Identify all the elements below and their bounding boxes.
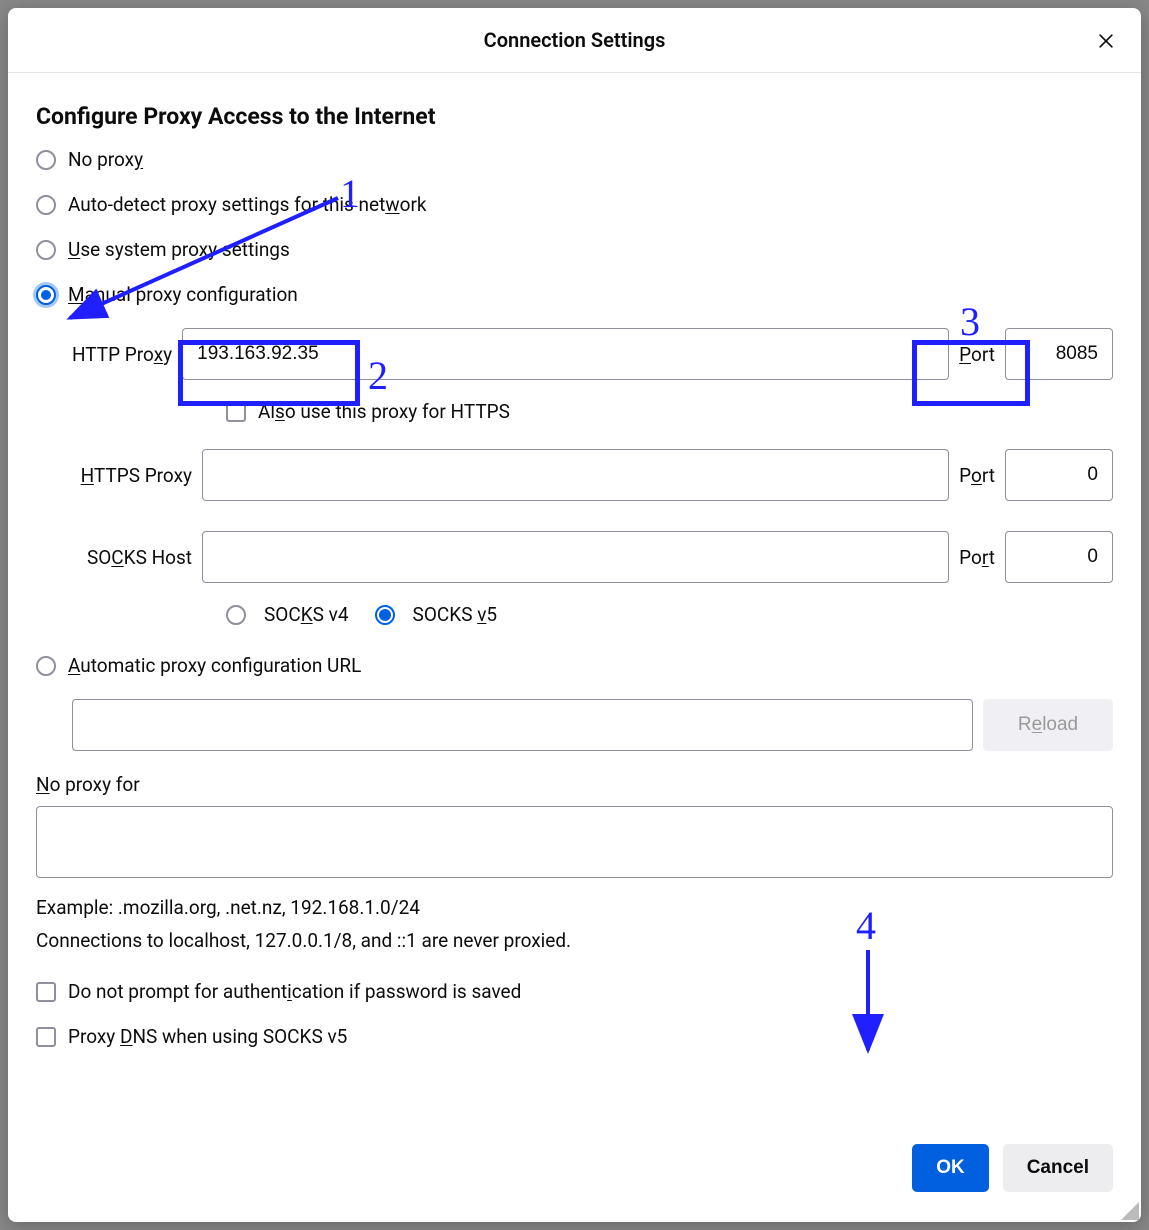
http-port-input[interactable]	[1005, 328, 1113, 380]
checkbox-icon	[36, 982, 56, 1002]
https-port-label: Port	[959, 464, 995, 487]
http-proxy-row: HTTP Proxy Port	[72, 328, 1113, 380]
no-proxy-for-label: No proxy for	[36, 773, 1113, 796]
https-proxy-row: HTTPS Proxy Port	[72, 449, 1113, 501]
radio-system[interactable]: Use system proxy settings	[36, 238, 1113, 261]
radio-label: No proxy	[68, 148, 143, 171]
checkbox-icon	[226, 402, 246, 422]
close-icon	[1096, 31, 1116, 51]
no-prompt-row[interactable]: Do not prompt for authentication if pass…	[36, 980, 1113, 1003]
checkbox-icon	[36, 1027, 56, 1047]
http-proxy-label: HTTP Proxy	[72, 343, 172, 366]
reload-button[interactable]: Reload	[983, 699, 1113, 751]
also-https-row[interactable]: Also use this proxy for HTTPS	[72, 400, 1113, 423]
radio-icon	[36, 240, 56, 260]
radio-label: Use system proxy settings	[68, 238, 290, 261]
close-button[interactable]	[1091, 26, 1121, 56]
http-proxy-input[interactable]	[182, 328, 949, 380]
no-proxy-for-input[interactable]	[36, 806, 1113, 878]
section-heading: Configure Proxy Access to the Internet	[36, 103, 1113, 130]
connection-settings-dialog: Connection Settings Configure Proxy Acce…	[8, 8, 1141, 1222]
http-port-label: Port	[959, 343, 995, 366]
radio-no-proxy[interactable]: No proxy	[36, 148, 1113, 171]
radio-auto-url[interactable]: Automatic proxy configuration URL	[36, 654, 1113, 677]
radio-label: Automatic proxy configuration URL	[68, 654, 361, 677]
radio-icon	[36, 285, 56, 305]
socks-port-input[interactable]	[1005, 531, 1113, 583]
radio-icon	[36, 656, 56, 676]
radio-icon	[36, 195, 56, 215]
socks-v4-label: SOCKS v4	[264, 603, 349, 626]
https-port-input[interactable]	[1005, 449, 1113, 501]
radio-label: Manual proxy configuration	[68, 283, 298, 306]
https-proxy-label: HTTPS Proxy	[72, 464, 192, 487]
localhost-note: Connections to localhost, 127.0.0.1/8, a…	[36, 929, 1113, 952]
checkbox-label: Proxy DNS when using SOCKS v5	[68, 1025, 347, 1048]
https-proxy-input[interactable]	[202, 449, 949, 501]
radio-manual[interactable]: Manual proxy configuration	[36, 283, 1113, 306]
socks-host-row: SOCKS Host Port	[72, 531, 1113, 583]
dialog-title: Connection Settings	[484, 28, 666, 52]
socks-host-input[interactable]	[202, 531, 949, 583]
dialog-body: Configure Proxy Access to the Internet N…	[8, 73, 1141, 1126]
auto-url-row: Reload	[36, 699, 1113, 751]
proxy-dns-row[interactable]: Proxy DNS when using SOCKS v5	[36, 1025, 1113, 1048]
socks-version-row: SOCKS v4 SOCKS v5	[72, 603, 1113, 626]
checkbox-label: Also use this proxy for HTTPS	[258, 400, 510, 423]
socks-port-label: Port	[959, 546, 995, 569]
socks-v5-label: SOCKS v5	[413, 603, 498, 626]
resize-grip-icon[interactable]	[1121, 1202, 1139, 1220]
dialog-header: Connection Settings	[8, 8, 1141, 73]
radio-auto-detect[interactable]: Auto-detect proxy settings for this netw…	[36, 193, 1113, 216]
socks-host-label: SOCKS Host	[72, 546, 192, 569]
radio-socks-v5[interactable]	[375, 605, 395, 625]
cancel-button[interactable]: Cancel	[1003, 1144, 1113, 1192]
ok-button[interactable]: OK	[912, 1144, 989, 1192]
checkbox-label: Do not prompt for authentication if pass…	[68, 980, 521, 1003]
example-text: Example: .mozilla.org, .net.nz, 192.168.…	[36, 896, 1113, 919]
radio-socks-v4[interactable]	[226, 605, 246, 625]
manual-config-panel: HTTP Proxy Port Also use this proxy for …	[36, 328, 1113, 626]
dialog-footer: OK Cancel	[8, 1126, 1141, 1222]
radio-label: Auto-detect proxy settings for this netw…	[68, 193, 427, 216]
auto-url-input[interactable]	[72, 699, 973, 751]
radio-icon	[36, 150, 56, 170]
